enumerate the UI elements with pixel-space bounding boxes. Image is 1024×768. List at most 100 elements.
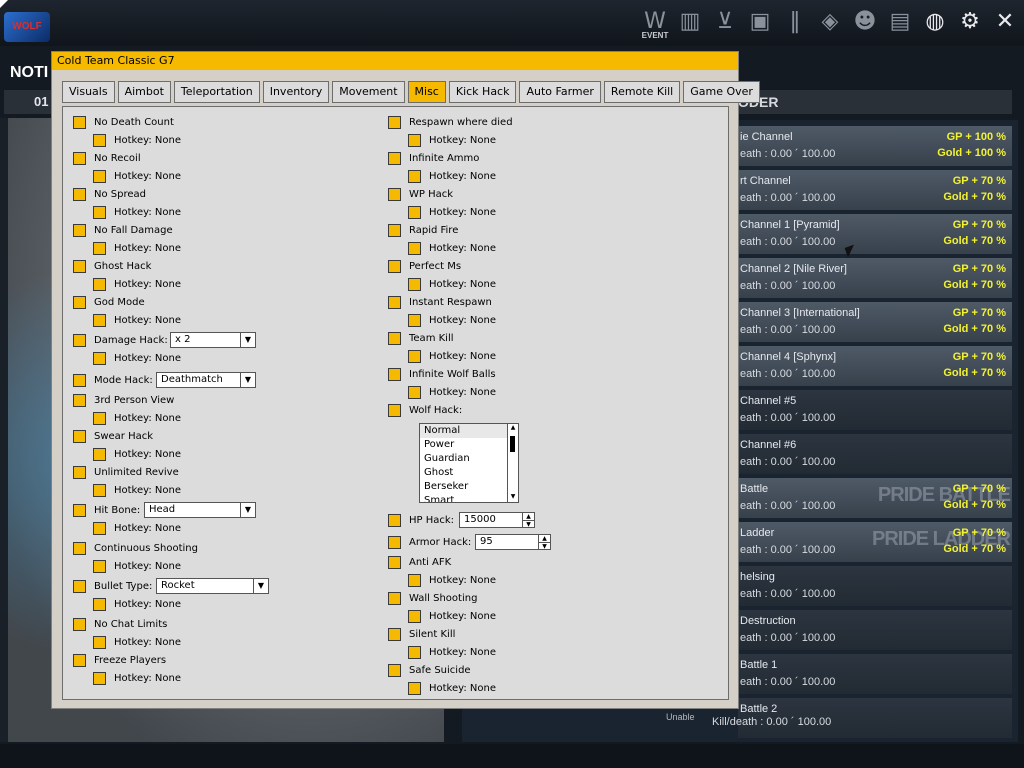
option[interactable]: No Recoil xyxy=(73,149,141,167)
channel-row[interactable]: Channel 3 [International] eath : 0.00 ´ 1… xyxy=(738,302,1012,342)
option[interactable]: Respawn where died xyxy=(388,113,513,131)
hotkey-option[interactable]: Hotkey: None xyxy=(408,607,496,625)
checkbox[interactable] xyxy=(388,591,401,605)
checkbox[interactable] xyxy=(388,535,401,549)
checkbox[interactable] xyxy=(93,351,106,365)
hotkey-option[interactable]: Hotkey: None xyxy=(408,131,496,149)
tab-teleportation[interactable]: Teleportation xyxy=(173,81,260,103)
option[interactable]: 3rd Person View xyxy=(73,391,174,409)
checkbox[interactable] xyxy=(73,115,86,129)
hotkey-option[interactable]: Hotkey: None xyxy=(408,643,496,661)
checkbox[interactable] xyxy=(73,579,86,593)
hotkey-option[interactable]: Hotkey: None xyxy=(408,239,496,257)
event-icon[interactable]: W EVENT xyxy=(638,4,672,41)
tab-remote-kill[interactable]: Remote Kill xyxy=(603,81,681,103)
checkbox[interactable] xyxy=(93,521,106,535)
checkbox[interactable] xyxy=(73,295,86,309)
channel-row[interactable]: Channel 2 [Nile River] eath : 0.00 ´ 100.… xyxy=(738,258,1012,298)
option[interactable]: Silent Kill xyxy=(388,625,455,643)
hotkey-option[interactable]: Hotkey: None xyxy=(93,519,181,537)
checkbox[interactable] xyxy=(93,277,106,291)
globe-icon[interactable]: ◍ xyxy=(918,4,952,38)
channel-row[interactable]: Channel 1 [Pyramid] eath : 0.00 ´ 100.00 G… xyxy=(738,214,1012,254)
option[interactable]: Freeze Players xyxy=(73,651,166,669)
spin-up-icon[interactable]: ▲ xyxy=(523,513,534,521)
chevron-down-icon[interactable]: ▼ xyxy=(253,579,268,593)
channel-row[interactable]: PRIDE BATTLE Battle eath : 0.00 ´ 100.00 GP… xyxy=(738,478,1012,518)
checkbox[interactable] xyxy=(388,223,401,237)
hotkey-option[interactable]: Hotkey: None xyxy=(408,383,496,401)
checkbox[interactable] xyxy=(93,483,106,497)
option[interactable]: Unlimited Revive xyxy=(73,463,179,481)
checkbox[interactable] xyxy=(73,541,86,555)
checkbox[interactable] xyxy=(93,559,106,573)
checkbox[interactable] xyxy=(408,133,421,147)
hotkey-option[interactable]: Hotkey: None xyxy=(93,311,181,329)
channel-row[interactable]: Battle 1 eath : 0.00 ´ 100.00 xyxy=(738,654,1012,694)
tab-kick-hack[interactable]: Kick Hack xyxy=(448,81,517,103)
hitbone-combo[interactable]: Head ▼ xyxy=(144,502,256,518)
option[interactable]: Continuous Shooting xyxy=(73,539,198,557)
option[interactable]: Mode Hack: xyxy=(73,371,153,389)
option[interactable]: Damage Hack: xyxy=(73,331,168,349)
option[interactable]: No Chat Limits xyxy=(73,615,167,633)
option[interactable]: No Fall Damage xyxy=(73,221,173,239)
checkbox[interactable] xyxy=(73,617,86,631)
checkbox[interactable] xyxy=(93,671,106,685)
channel-row[interactable]: helsing eath : 0.00 ´ 100.00 xyxy=(738,566,1012,606)
chart-icon[interactable]: ▤ xyxy=(883,4,917,38)
hotkey-option[interactable]: Hotkey: None xyxy=(408,275,496,293)
option[interactable]: Perfect Ms xyxy=(388,257,461,275)
hotkey-option[interactable]: Hotkey: None xyxy=(93,239,181,257)
option[interactable]: Ghost Hack xyxy=(73,257,151,275)
checkbox[interactable] xyxy=(73,333,86,347)
checkbox[interactable] xyxy=(408,349,421,363)
option[interactable]: Hit Bone: xyxy=(73,501,140,519)
channel-row[interactable]: Channel #5 eath : 0.00 ´ 100.00 xyxy=(738,390,1012,430)
spin-down-icon[interactable]: ▼ xyxy=(539,543,550,550)
hotkey-option[interactable]: Hotkey: None xyxy=(408,311,496,329)
chevron-down-icon[interactable]: ▼ xyxy=(240,373,255,387)
hotkey-option[interactable]: Hotkey: None xyxy=(93,595,181,613)
list-item[interactable]: Normal xyxy=(420,424,518,438)
option[interactable]: No Spread xyxy=(73,185,146,203)
hotkey-option[interactable]: Hotkey: None xyxy=(93,203,181,221)
spinner-buttons[interactable]: ▲ ▼ xyxy=(538,534,551,550)
option[interactable]: Infinite Wolf Balls xyxy=(388,365,496,383)
buildings-icon[interactable]: ▥ xyxy=(673,4,707,38)
checkbox[interactable] xyxy=(388,115,401,129)
hotkey-option[interactable]: Hotkey: None xyxy=(93,167,181,185)
list-item[interactable]: Smart xyxy=(420,494,518,502)
checkbox[interactable] xyxy=(388,367,401,381)
checkbox[interactable] xyxy=(388,295,401,309)
checkbox[interactable] xyxy=(93,205,106,219)
hotkey-option[interactable]: Hotkey: None xyxy=(408,679,496,697)
option[interactable]: Bullet Type: xyxy=(73,577,152,595)
channel-row[interactable]: rt Channel eath : 0.00 ´ 100.00 GP + 70 % G… xyxy=(738,170,1012,210)
checkbox[interactable] xyxy=(93,169,106,183)
checkbox[interactable] xyxy=(73,429,86,443)
checkbox[interactable] xyxy=(408,241,421,255)
checkbox[interactable] xyxy=(388,513,401,527)
hotkey-option[interactable]: Hotkey: None xyxy=(93,349,181,367)
tab-movement[interactable]: Movement xyxy=(332,81,405,103)
checkbox[interactable] xyxy=(408,609,421,623)
checkbox[interactable] xyxy=(388,259,401,273)
window-title[interactable]: Cold Team Classic G7 xyxy=(52,52,738,70)
checkbox[interactable] xyxy=(388,331,401,345)
tab-misc[interactable]: Misc xyxy=(407,81,446,103)
list-item[interactable]: Power xyxy=(420,438,518,452)
checkbox[interactable] xyxy=(93,241,106,255)
channel-row[interactable]: PRIDE LADDER Ladder eath : 0.00 ´ 100.00 GP… xyxy=(738,522,1012,562)
wolf-hack-list[interactable]: Normal Power Guardian Ghost Berseker Smart ▲ ▼ xyxy=(419,423,519,503)
briefcase-icon[interactable]: ▣ xyxy=(743,4,777,38)
checkbox[interactable] xyxy=(388,403,401,417)
armor-hack-option[interactable]: Armor Hack: xyxy=(388,533,471,551)
hotkey-option[interactable]: Hotkey: None xyxy=(408,571,496,589)
checkbox[interactable] xyxy=(73,373,86,387)
mode-combo[interactable]: Deathmatch ▼ xyxy=(156,372,256,388)
hotkey-option[interactable]: Hotkey: None xyxy=(93,445,181,463)
checkbox[interactable] xyxy=(73,223,86,237)
checkbox[interactable] xyxy=(93,411,106,425)
hotkey-option[interactable]: Hotkey: None xyxy=(93,131,181,149)
